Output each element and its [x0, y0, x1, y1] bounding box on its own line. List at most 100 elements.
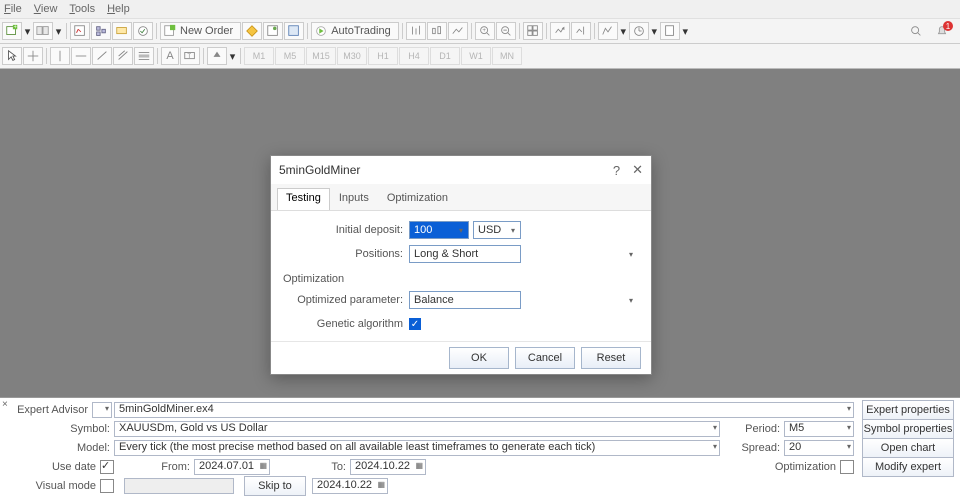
- model-label: Model:: [16, 442, 114, 454]
- new-chart-icon[interactable]: +: [2, 22, 22, 40]
- options-icon[interactable]: [263, 22, 283, 40]
- new-order-button[interactable]: New Order: [160, 22, 241, 40]
- separator: [519, 23, 520, 39]
- tab-testing[interactable]: Testing: [277, 188, 330, 210]
- to-date-input[interactable]: 2024.10.22▦: [350, 459, 426, 475]
- menu-view[interactable]: View: [34, 3, 58, 15]
- new-chart-dropdown[interactable]: ▾: [23, 21, 32, 41]
- trendline-icon[interactable]: [92, 47, 112, 65]
- optimized-parameter-select[interactable]: [409, 291, 521, 309]
- tab-inputs[interactable]: Inputs: [330, 188, 378, 210]
- strategy-tester-panel: × Expert Advisor ▾ 5minGoldMiner.ex4▾ Ex…: [0, 397, 960, 503]
- separator: [66, 23, 67, 39]
- symbol-properties-button[interactable]: Symbol properties: [862, 419, 954, 439]
- close-panel-icon[interactable]: ×: [2, 399, 8, 410]
- expert-advisor-type[interactable]: ▾: [92, 402, 112, 418]
- vertical-line-icon[interactable]: [50, 47, 70, 65]
- symbol-select[interactable]: XAUUSDm, Gold vs US Dollar▾: [114, 421, 720, 437]
- timeframe-m1[interactable]: M1: [244, 47, 274, 65]
- templates-icon[interactable]: [660, 22, 680, 40]
- timeframe-h4[interactable]: H4: [399, 47, 429, 65]
- menu-help[interactable]: Help: [107, 3, 130, 15]
- metaeditor-icon[interactable]: [242, 22, 262, 40]
- market-watch-icon[interactable]: [70, 22, 90, 40]
- timeframe-m30[interactable]: M30: [337, 47, 367, 65]
- separator: [156, 23, 157, 39]
- close-button[interactable]: ✕: [632, 162, 643, 178]
- menu-tools[interactable]: Tools: [69, 3, 95, 15]
- reset-button[interactable]: Reset: [581, 347, 641, 369]
- calendar-icon: ▦: [377, 480, 385, 489]
- templates-dropdown[interactable]: ▾: [681, 21, 690, 41]
- crosshair-icon[interactable]: [23, 47, 43, 65]
- alerts-icon[interactable]: 1: [932, 22, 952, 40]
- separator: [46, 48, 47, 64]
- equidistant-icon[interactable]: [113, 47, 133, 65]
- cancel-button[interactable]: Cancel: [515, 347, 575, 369]
- genetic-algorithm-checkbox[interactable]: ✓: [409, 318, 421, 330]
- chevron-down-icon[interactable]: ▾: [507, 223, 519, 237]
- text-label-icon[interactable]: T: [180, 47, 200, 65]
- chevron-down-icon[interactable]: ▾: [625, 293, 637, 307]
- use-date-checkbox[interactable]: [100, 460, 114, 474]
- model-select[interactable]: Every tick (the most precise method base…: [114, 440, 720, 456]
- timeframe-m5[interactable]: M5: [275, 47, 305, 65]
- search-icon[interactable]: [906, 22, 926, 40]
- spread-select[interactable]: 20▾: [784, 440, 854, 456]
- expert-properties-button[interactable]: Expert properties: [862, 400, 954, 420]
- menu-file[interactable]: File: [4, 3, 22, 15]
- line-chart-icon[interactable]: [448, 22, 468, 40]
- arrows-dropdown[interactable]: ▾: [228, 46, 237, 66]
- period-select[interactable]: M5▾: [784, 421, 854, 437]
- cursor-icon[interactable]: [2, 47, 22, 65]
- tile-icon[interactable]: [523, 22, 543, 40]
- help-button[interactable]: ?: [613, 163, 620, 178]
- tester-icon[interactable]: [133, 22, 153, 40]
- indicators-icon[interactable]: [598, 22, 618, 40]
- zoom-in-icon[interactable]: +: [475, 22, 495, 40]
- open-chart-button[interactable]: Open chart: [862, 438, 954, 458]
- visual-mode-label: Visual mode: [16, 480, 100, 492]
- timeframe-h1[interactable]: H1: [368, 47, 398, 65]
- period-label: Period:: [720, 423, 784, 435]
- visual-mode-checkbox[interactable]: [100, 479, 114, 493]
- horizontal-line-icon[interactable]: [71, 47, 91, 65]
- optimization-checkbox[interactable]: [840, 460, 854, 474]
- fullscreen-icon[interactable]: [284, 22, 304, 40]
- positions-select[interactable]: [409, 245, 521, 263]
- terminal-icon[interactable]: [112, 22, 132, 40]
- timeframe-d1[interactable]: D1: [430, 47, 460, 65]
- ok-button[interactable]: OK: [449, 347, 509, 369]
- modify-expert-button[interactable]: Modify expert: [862, 457, 954, 477]
- profiles-dropdown[interactable]: ▾: [54, 21, 63, 41]
- expert-advisor-select[interactable]: 5minGoldMiner.ex4▾: [114, 402, 854, 418]
- arrows-icon[interactable]: [207, 47, 227, 65]
- from-date-input[interactable]: 2024.07.01▦: [194, 459, 270, 475]
- text-icon[interactable]: A: [161, 47, 179, 65]
- chevron-down-icon[interactable]: ▾: [625, 247, 637, 261]
- autoscroll-icon[interactable]: [550, 22, 570, 40]
- dialog-titlebar: 5minGoldMiner ? ✕: [271, 156, 651, 184]
- skip-to-date-input[interactable]: 2024.10.22▦: [312, 478, 388, 494]
- indicators-dropdown[interactable]: ▾: [619, 21, 628, 41]
- use-date-label: Use date: [16, 461, 100, 473]
- autotrading-button[interactable]: AutoTrading: [311, 22, 399, 40]
- periods-dropdown[interactable]: ▾: [650, 21, 659, 41]
- periods-icon[interactable]: [629, 22, 649, 40]
- navigator-icon[interactable]: [91, 22, 111, 40]
- candlestick-icon[interactable]: [427, 22, 447, 40]
- speed-slider[interactable]: [124, 478, 234, 494]
- zoom-out-icon[interactable]: [496, 22, 516, 40]
- tab-optimization[interactable]: Optimization: [378, 188, 457, 210]
- fibonacci-icon[interactable]: [134, 47, 154, 65]
- chevron-down-icon[interactable]: ▾: [455, 223, 467, 237]
- timeframe-mn[interactable]: MN: [492, 47, 522, 65]
- separator: [471, 23, 472, 39]
- bar-chart-icon[interactable]: [406, 22, 426, 40]
- profiles-icon[interactable]: [33, 22, 53, 40]
- chart-shift-icon[interactable]: [571, 22, 591, 40]
- timeframe-m15[interactable]: M15: [306, 47, 336, 65]
- properties-dialog: 5minGoldMiner ? ✕ Testing Inputs Optimiz…: [270, 155, 652, 375]
- skip-to-button[interactable]: Skip to: [244, 476, 306, 496]
- timeframe-w1[interactable]: W1: [461, 47, 491, 65]
